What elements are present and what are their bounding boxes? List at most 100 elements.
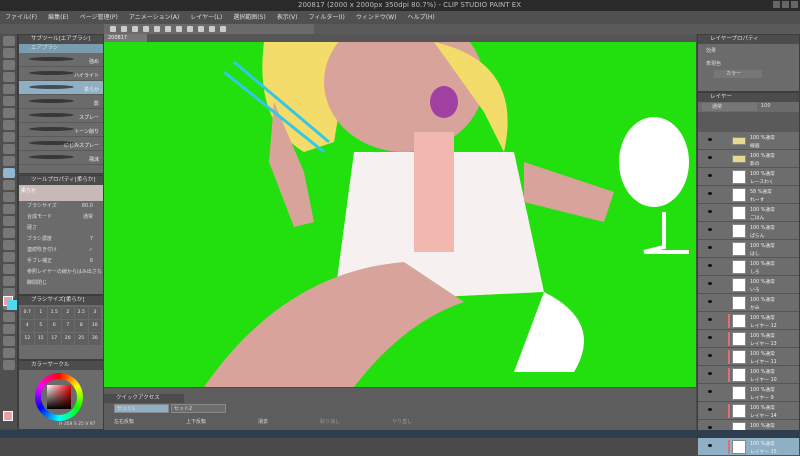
eye-icon[interactable] (708, 138, 712, 141)
tool-icon[interactable] (3, 252, 15, 262)
menu-item[interactable]: ヘルプ(H) (407, 11, 434, 24)
layer-folder[interactable]: 100 %通常 線画 (698, 132, 799, 150)
layer-row[interactable]: 58 %通常 れーす (698, 186, 799, 204)
quick-action-button[interactable]: 取り消し (320, 418, 340, 425)
menu-item[interactable]: ページ管理(P) (80, 11, 118, 24)
tool-icon[interactable] (3, 336, 15, 346)
property-value[interactable]: 7 (90, 234, 93, 245)
menu-item[interactable]: 表示(V) (277, 11, 298, 24)
layer-row[interactable]: 100 %通常 はし (698, 240, 799, 258)
tool-icon[interactable] (3, 228, 15, 238)
eye-icon[interactable] (708, 336, 712, 339)
main-color-swatch[interactable] (3, 411, 13, 421)
quick-access-tab[interactable]: セット1 (114, 404, 169, 413)
brush-item[interactable]: 影 (19, 95, 103, 109)
tool-icon[interactable] (3, 324, 15, 334)
quick-action-button[interactable]: 消去 (258, 418, 268, 425)
layer-folder[interactable]: 100 %通常 影の (698, 150, 799, 168)
brush-size-preset[interactable]: 12 (21, 333, 34, 345)
eye-icon[interactable] (708, 264, 712, 267)
layer-row[interactable]: 100 %通常 ごはん (698, 204, 799, 222)
layer-row[interactable]: 100 %通常 レイヤー 11 (698, 348, 799, 366)
brush-size-preset[interactable]: 6 (48, 320, 61, 332)
layer-row[interactable]: 100 %通常 レイヤー 9 (698, 384, 799, 402)
property-value[interactable]: 80.0 (82, 201, 93, 212)
menu-item[interactable]: 選択範囲(S) (233, 11, 266, 24)
menu-item[interactable]: アニメーション(A) (129, 11, 180, 24)
brush-item[interactable]: 柔らか (19, 81, 103, 95)
tool-icon[interactable] (3, 180, 15, 190)
tool-icon[interactable] (3, 312, 15, 322)
brush-size-preset[interactable]: 15 (34, 333, 47, 345)
quick-action-button[interactable]: 左右反転 (114, 418, 134, 425)
menu-item[interactable]: レイヤー(L) (190, 11, 222, 24)
tool-icon[interactable] (3, 348, 15, 358)
property-row[interactable]: 隙間閉じ (19, 278, 103, 289)
brush-size-preset[interactable]: 3 (88, 307, 101, 319)
property-row[interactable]: 硬さ (19, 223, 103, 234)
ruler-icon[interactable] (209, 26, 215, 32)
property-value[interactable]: 通常 (83, 212, 93, 223)
canvas[interactable] (104, 42, 696, 387)
brush-size-preset[interactable]: 0.7 (21, 307, 34, 319)
tool-icon[interactable] (3, 360, 15, 370)
eye-icon[interactable] (708, 210, 712, 213)
brush-size-preset[interactable]: 4 (21, 320, 34, 332)
layer-row[interactable]: 100 %通常 しろ (698, 258, 799, 276)
brush-item[interactable]: 強め (19, 53, 103, 67)
brush-size-preset[interactable]: 2.5 (75, 307, 88, 319)
tool-icon[interactable] (3, 240, 15, 250)
eye-icon[interactable] (708, 228, 712, 231)
brush-item[interactable]: にじみスプレー (19, 137, 103, 151)
tool-icon[interactable] (3, 96, 15, 106)
assets-icon[interactable] (220, 26, 226, 32)
new-icon[interactable] (110, 26, 116, 32)
layer-row[interactable]: 100 %通常 かみ (698, 294, 799, 312)
tool-icon[interactable] (3, 84, 15, 94)
tool-icon[interactable] (3, 192, 15, 202)
menu-item[interactable]: フィルター(I) (309, 11, 345, 24)
eye-icon[interactable] (708, 282, 712, 285)
undo-icon[interactable] (143, 26, 149, 32)
minimize-button[interactable] (773, 1, 780, 8)
eye-icon[interactable] (708, 426, 712, 429)
property-row[interactable]: 合成モード 通常 (19, 212, 103, 223)
tool-icon[interactable] (3, 48, 15, 58)
close-button[interactable] (791, 1, 798, 8)
brush-item[interactable]: 飛沫 (19, 151, 103, 165)
transform-icon[interactable] (187, 26, 193, 32)
blend-mode-select[interactable]: 通常 (702, 103, 757, 111)
property-value[interactable]: 6 (90, 256, 93, 267)
fill-icon[interactable] (176, 26, 182, 32)
quick-action-button[interactable]: やり直し (392, 418, 412, 425)
clear-icon[interactable] (165, 26, 171, 32)
sub-color-swatch[interactable] (7, 300, 17, 310)
property-value[interactable]: ✓ (89, 245, 93, 256)
eye-icon[interactable] (708, 372, 712, 375)
brush-size-preset[interactable]: 25 (75, 333, 88, 345)
tool-icon[interactable] (3, 144, 15, 154)
property-row[interactable]: 連続吹き付け ✓ (19, 245, 103, 256)
open-icon[interactable] (121, 26, 127, 32)
eye-icon[interactable] (708, 174, 712, 177)
brush-size-preset[interactable]: 17 (48, 333, 61, 345)
color-wheel[interactable] (35, 373, 83, 421)
brush-size-preset[interactable]: 1 (34, 307, 47, 319)
layer-row[interactable]: 100 %通常 レイヤー 15 (698, 438, 799, 456)
eye-icon[interactable] (708, 354, 712, 357)
eye-icon[interactable] (708, 318, 712, 321)
subtool-group[interactable]: エアブラシ (19, 44, 103, 53)
eye-icon[interactable] (708, 408, 712, 411)
tool-icon[interactable] (3, 168, 15, 178)
tool-icon[interactable] (3, 276, 15, 286)
brush-size-preset[interactable]: 10 (88, 320, 101, 332)
property-row[interactable]: 参照レイヤーの線からはみ出さない (19, 267, 103, 286)
tool-icon[interactable] (3, 204, 15, 214)
tool-icon[interactable] (3, 120, 15, 130)
brush-size-preset[interactable]: 1.5 (48, 307, 61, 319)
layer-row[interactable]: 100 %通常 いろ (698, 276, 799, 294)
menu-item[interactable]: 編集(E) (48, 11, 68, 24)
tool-icon[interactable] (3, 132, 15, 142)
eye-icon[interactable] (708, 192, 712, 195)
brush-item[interactable]: トーン削り (19, 123, 103, 137)
